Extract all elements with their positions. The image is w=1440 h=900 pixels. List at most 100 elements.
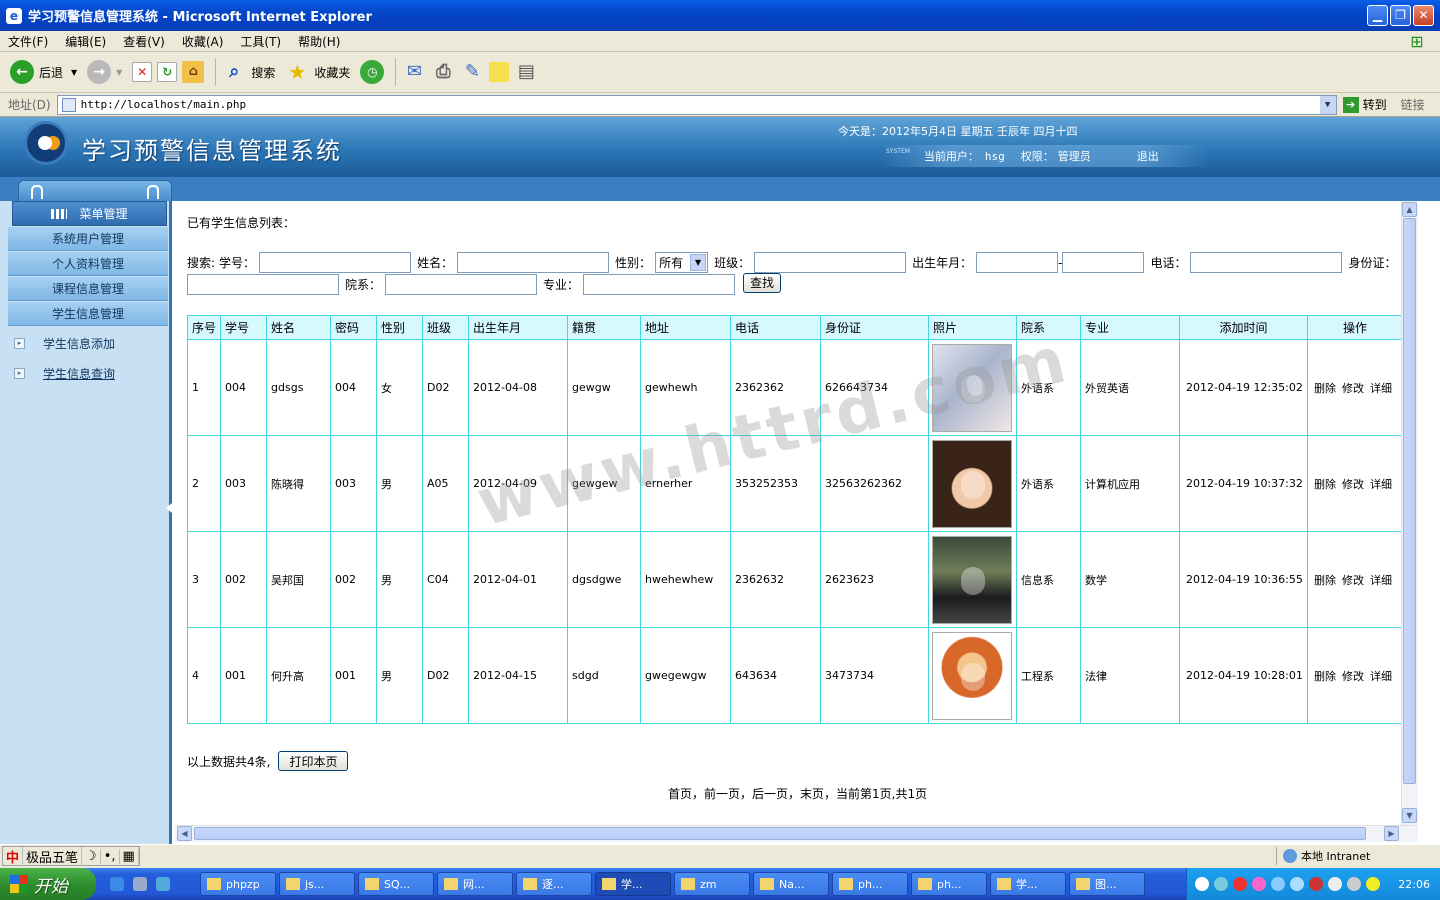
sex-select[interactable]: 所有 ▼	[655, 252, 709, 273]
edit-link[interactable]: 修改	[1342, 574, 1364, 587]
tray-icon[interactable]	[1214, 877, 1228, 891]
scroll-right-arrow-icon[interactable]: ▶	[1384, 826, 1399, 841]
ime-punct-icon[interactable]: •,	[101, 848, 120, 864]
dept-input[interactable]	[385, 274, 538, 295]
sidebar-link-query-student[interactable]: ▸ 学生信息查询	[14, 365, 115, 382]
links-button[interactable]: 链接	[1401, 96, 1425, 113]
menu-help[interactable]: 帮助(H)	[298, 33, 340, 50]
tray-icon[interactable]	[1252, 877, 1266, 891]
birth-to-input[interactable]	[1062, 252, 1145, 273]
scroll-down-arrow-icon[interactable]: ▼	[1402, 808, 1417, 823]
detail-link[interactable]: 详细	[1370, 670, 1392, 683]
scroll-up-arrow-icon[interactable]: ▲	[1402, 202, 1417, 217]
find-button[interactable]: 查找	[743, 272, 782, 293]
sidebar-link-add-student[interactable]: ▸ 学生信息添加	[14, 335, 115, 352]
window-title-bar[interactable]: e 学习预警信息管理系统 - Microsoft Internet Explor…	[0, 0, 1440, 31]
ime-bar[interactable]: 中 极品五笔 ☽ •, ▦	[2, 846, 140, 866]
menu-tools[interactable]: 工具(T)	[240, 33, 281, 50]
desktop-quicklaunch-icon[interactable]	[133, 877, 147, 891]
sidebar-item-students[interactable]: 学生信息管理	[8, 302, 168, 326]
taskbar-button[interactable]: Na...	[753, 872, 829, 896]
media-quicklaunch-icon[interactable]	[156, 877, 170, 891]
delete-link[interactable]: 删除	[1314, 478, 1336, 491]
tray-icon[interactable]	[1328, 877, 1342, 891]
sidebar-item-profile[interactable]: 个人资料管理	[8, 252, 168, 276]
idcard-input[interactable]	[187, 274, 339, 295]
delete-link[interactable]: 删除	[1314, 670, 1336, 683]
maximize-button[interactable]: ❐	[1390, 5, 1411, 26]
table-cell-idx: 1	[186, 339, 222, 436]
taskbar-button[interactable]: zm	[674, 872, 750, 896]
start-button[interactable]: 开始	[0, 868, 96, 900]
tray-icon[interactable]	[1290, 877, 1304, 891]
edit-link[interactable]: 修改	[1342, 478, 1364, 491]
tray-icon[interactable]	[1233, 877, 1247, 891]
taskbar-button[interactable]: 网...	[437, 872, 513, 896]
tray-icon[interactable]	[1366, 877, 1380, 891]
pager[interactable]: 首页，前一页，后一页，末页，当前第1页,共1页	[668, 785, 927, 802]
address-input[interactable]: http://localhost/main.php ▼	[56, 94, 1337, 115]
print-icon[interactable]: ⎙	[431, 60, 455, 84]
taskbar-button[interactable]: 学...	[595, 872, 671, 896]
ime-name[interactable]: 极品五笔	[23, 846, 83, 866]
menu-edit[interactable]: 编辑(E)	[65, 33, 106, 50]
favorites-button[interactable]: ★ 收藏夹	[285, 60, 350, 84]
sidebar-item-courses[interactable]: 课程信息管理	[8, 277, 168, 301]
messenger-icon[interactable]	[489, 62, 510, 82]
taskbar-button[interactable]: ph...	[832, 872, 908, 896]
history-icon[interactable]: ◷	[360, 60, 385, 84]
ie-quicklaunch-icon[interactable]	[110, 877, 124, 891]
menu-header[interactable]: 菜单管理	[12, 201, 167, 226]
back-button[interactable]: ← 后退 ▼	[10, 60, 77, 84]
edit-icon[interactable]: ✎	[460, 60, 484, 84]
logout-link[interactable]: 退出	[1137, 148, 1159, 164]
refresh-icon[interactable]: ↻	[157, 62, 178, 82]
minimize-button[interactable]: ▁	[1367, 5, 1388, 26]
search-button[interactable]: ⌕ 搜索	[222, 60, 275, 84]
stop-icon[interactable]: ✕	[132, 62, 153, 82]
go-button[interactable]: ➔ 转到	[1342, 96, 1387, 113]
print-button[interactable]: 打印本页	[278, 751, 349, 771]
close-button[interactable]: ✕	[1413, 5, 1434, 26]
sno-input[interactable]	[259, 252, 412, 273]
detail-link[interactable]: 详细	[1370, 382, 1392, 395]
tray-icon[interactable]	[1271, 877, 1285, 891]
tray-icon[interactable]	[1195, 877, 1209, 891]
sidebar-collapse-handle[interactable]	[166, 503, 172, 513]
sidebar-item-system-users[interactable]: 系统用户管理	[8, 227, 168, 251]
tray-icon[interactable]	[1347, 877, 1361, 891]
menu-view[interactable]: 查看(V)	[123, 33, 165, 50]
taskbar-button[interactable]: SQ...	[358, 872, 434, 896]
major-input[interactable]	[583, 274, 736, 295]
home-icon[interactable]: ⌂	[182, 61, 205, 83]
edit-link[interactable]: 修改	[1342, 382, 1364, 395]
detail-link[interactable]: 详细	[1370, 478, 1392, 491]
mail-icon[interactable]: ✉	[402, 60, 426, 84]
ime-moon-icon[interactable]: ☽	[82, 848, 101, 864]
taskbar-button[interactable]: phpzp	[200, 872, 276, 896]
horizontal-scroll-thumb[interactable]	[194, 827, 1366, 840]
class-input[interactable]	[754, 252, 907, 273]
research-icon[interactable]: ▤	[514, 60, 538, 84]
forward-button[interactable]: → ▼	[87, 60, 122, 84]
ime-keyboard-icon[interactable]: ▦	[120, 848, 139, 864]
delete-link[interactable]: 删除	[1314, 382, 1336, 395]
phone-input[interactable]	[1190, 252, 1343, 273]
menu-file[interactable]: 文件(F)	[8, 33, 48, 50]
vertical-scroll-thumb[interactable]	[1403, 218, 1416, 784]
chevron-down-icon[interactable]: ▼	[1319, 95, 1336, 114]
ime-lang[interactable]: 中	[3, 846, 24, 866]
taskbar-button[interactable]: 逐...	[516, 872, 592, 896]
birth-from-input[interactable]	[976, 252, 1059, 273]
name-input[interactable]	[457, 252, 610, 273]
edit-link[interactable]: 修改	[1342, 670, 1364, 683]
scroll-left-arrow-icon[interactable]: ◀	[177, 826, 192, 841]
detail-link[interactable]: 详细	[1370, 574, 1392, 587]
volume-icon[interactable]	[1309, 877, 1323, 891]
menu-favorites[interactable]: 收藏(A)	[182, 33, 224, 50]
taskbar-button[interactable]: 图...	[1069, 872, 1145, 896]
taskbar-button[interactable]: js...	[279, 872, 355, 896]
delete-link[interactable]: 删除	[1314, 574, 1336, 587]
taskbar-button[interactable]: 学...	[990, 872, 1066, 896]
taskbar-button[interactable]: ph...	[911, 872, 987, 896]
